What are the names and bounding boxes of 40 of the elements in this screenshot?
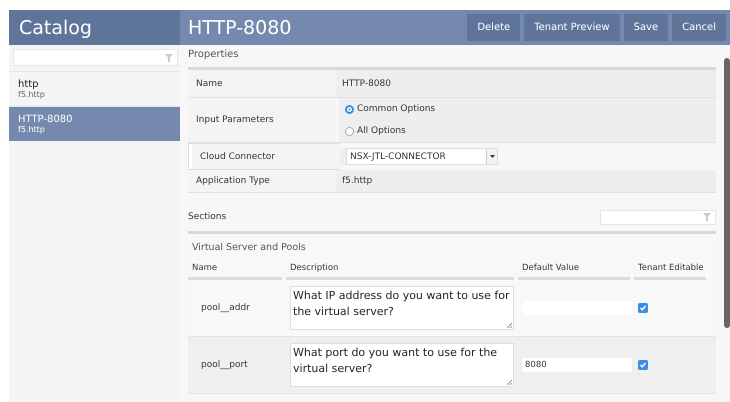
resize-grip-icon[interactable] (506, 322, 512, 328)
filter-icon (165, 54, 173, 62)
radio-option[interactable]: All Options (345, 126, 436, 136)
column-header: Default Value (522, 263, 580, 273)
page-title: HTTP-8080 (188, 16, 292, 38)
connector-dropdown[interactable]: NSX-JTL-CONNECTOR (346, 148, 498, 165)
catalog-item[interactable]: HTTP-8080 f5.http (9, 106, 180, 141)
scrollbar[interactable] (724, 58, 730, 328)
property-value: HTTP-8080 (342, 78, 391, 88)
property-label: Cloud Connector (200, 152, 275, 162)
parameter-name: pool__addr (201, 303, 250, 313)
header-button[interactable]: Delete (467, 14, 520, 41)
catalog-title: Catalog (19, 16, 92, 38)
property-label: Input Parameters (196, 115, 274, 125)
property-label: Name (196, 78, 223, 88)
resize-grip-icon[interactable] (506, 379, 512, 385)
description-field[interactable]: What IP address do you want to use for the virtual server? (290, 286, 514, 330)
filter-field[interactable] (600, 210, 716, 224)
radio-icon[interactable] (345, 126, 354, 136)
description-field[interactable]: What port do you want to use for the virtual server? (290, 343, 514, 387)
radio-option[interactable]: Common Options (345, 104, 436, 114)
filter-field[interactable] (13, 49, 178, 66)
parameter-name: pool__port (201, 360, 248, 370)
column-header: Description (290, 263, 338, 273)
property-label: Application Type (196, 176, 270, 186)
group-title: Virtual Server and Pools (192, 242, 306, 253)
caret-icon (486, 149, 497, 164)
section-heading: Properties (188, 49, 239, 60)
checkbox[interactable] (638, 303, 648, 313)
header-button[interactable]: Tenant Preview (524, 14, 620, 41)
checkbox[interactable] (638, 360, 648, 370)
column-header: Name (192, 263, 218, 273)
header-button[interactable]: Save (624, 14, 668, 41)
default-value-field[interactable]: 8080 (522, 358, 632, 372)
column-header: Tenant Editable (638, 263, 704, 273)
radio-icon[interactable] (345, 104, 354, 114)
filter-icon (703, 213, 711, 221)
section-heading: Sections (188, 212, 226, 222)
header-button[interactable]: Cancel (672, 14, 726, 41)
property-value: f5.http (342, 176, 372, 186)
